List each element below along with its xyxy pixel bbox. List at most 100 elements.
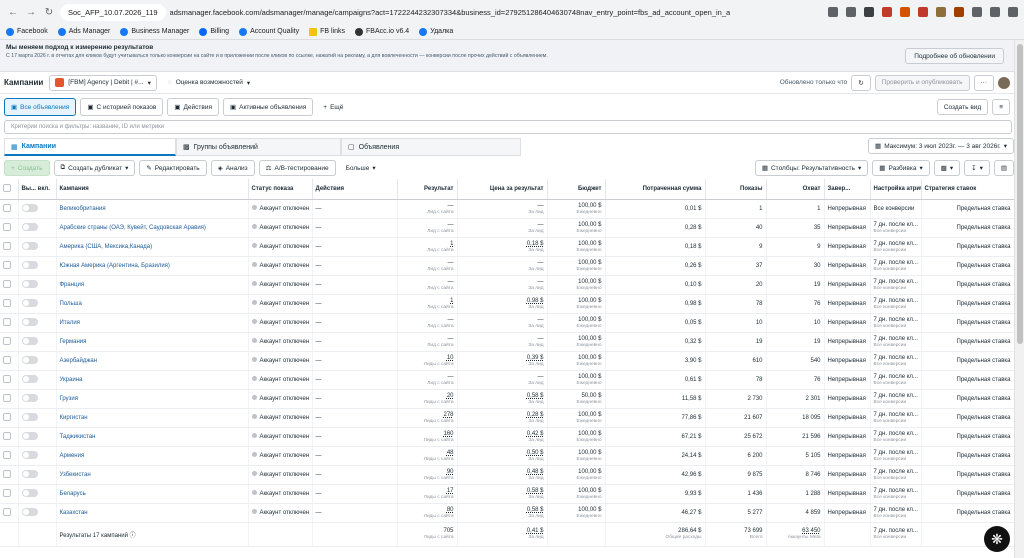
table-row[interactable]: Украина Аккаунт отключен — — Лид с сайта — За … <box>0 370 1014 390</box>
table-row[interactable]: Узбекистан Аккаунт отключен — 90 Лиды с сайт… <box>0 465 1014 485</box>
campaign-toggle[interactable] <box>21 488 38 497</box>
col-bid-strategy[interactable]: Стратегия ставок <box>921 179 1014 200</box>
results-value[interactable]: 160 <box>401 430 453 438</box>
extension-icon[interactable] <box>882 7 892 17</box>
row-checkbox[interactable] <box>3 279 11 288</box>
results-value[interactable]: 1 <box>401 240 453 248</box>
campaign-name-link[interactable]: Польша <box>60 301 82 307</box>
col-impressions[interactable]: Показы <box>705 179 767 200</box>
opportunity-score[interactable]: ◌ Оценка возможностей ▾ <box>163 75 255 91</box>
budget-value[interactable]: 100,00 $ <box>551 430 601 438</box>
table-row[interactable]: Киргистан Аккаунт отключен — 278 Лиды с сайт… <box>0 408 1014 428</box>
row-checkbox[interactable] <box>3 241 11 250</box>
bookmark-account-quality[interactable]: Account Quality <box>239 27 299 36</box>
tab-title-pill[interactable]: Soc_AFP_10.07.2026_119 <box>60 3 166 21</box>
filter-all-ads[interactable]: ▣ Все объявления <box>4 98 77 116</box>
campaign-name-link[interactable]: Азербайджан <box>60 358 98 364</box>
select-all-header[interactable] <box>0 179 19 200</box>
campaign-name-link[interactable]: Узбекистан <box>60 472 91 478</box>
filter-actions[interactable]: ▣ Действия <box>167 98 219 116</box>
totals-reach[interactable]: 63 450 <box>770 527 820 535</box>
bookmark-fbacc[interactable]: FBAcc.io v6.4 <box>355 27 409 36</box>
cpr-value[interactable]: 0,58 $ <box>461 392 544 400</box>
extension-icon[interactable] <box>918 7 928 17</box>
bookmark-udalka[interactable]: Удалка <box>419 27 453 36</box>
campaign-toggle[interactable] <box>21 374 38 383</box>
globe-icon[interactable] <box>828 7 838 17</box>
campaign-name-link[interactable]: Южная Америка (Аргентина, Бразилия) <box>60 263 170 269</box>
edit-button[interactable]: ✎ Редактировать <box>139 160 207 176</box>
campaign-toggle[interactable] <box>21 412 38 421</box>
budget-value[interactable]: 100,00 $ <box>551 468 601 476</box>
col-onoff[interactable]: Вы... вкл. <box>18 179 57 200</box>
col-results[interactable]: Результат <box>397 179 458 200</box>
menu-icon[interactable] <box>1008 7 1018 17</box>
cpr-value[interactable]: 0,58 $ <box>461 487 544 495</box>
tab-ads[interactable]: ▢ Объявления <box>341 138 521 156</box>
extension-icon[interactable] <box>864 7 874 17</box>
table-row[interactable]: Таджикистан Аккаунт отключен — 160 Лиды с са… <box>0 427 1014 447</box>
date-range-picker[interactable]: ▦ Максимум: 3 июл 2023г. — 3 авг 2026г. … <box>868 138 1014 154</box>
row-checkbox[interactable] <box>3 317 11 326</box>
campaign-toggle[interactable] <box>21 222 38 231</box>
address-bar[interactable]: adsmanager.facebook.com/adsmanager/manag… <box>170 8 730 17</box>
campaign-name-link[interactable]: Великобритания <box>60 206 106 212</box>
duplicate-button[interactable]: ⧉ Создать дубликат ▾ <box>53 160 136 176</box>
campaign-toggle[interactable] <box>21 431 38 440</box>
budget-value[interactable]: 100,00 $ <box>551 316 601 324</box>
table-row[interactable]: Беларусь Аккаунт отключен — 17 Лиды с сайта 0… <box>0 484 1014 504</box>
table-row[interactable]: Польша Аккаунт отключен — 1 Лид с сайта 0,98 … <box>0 294 1014 314</box>
col-actions[interactable]: Действия <box>312 179 398 200</box>
tab-adsets[interactable]: ▩ Группы объявлений <box>176 138 341 156</box>
campaign-name-link[interactable]: Киргистан <box>60 415 88 421</box>
bookmark-fb-links[interactable]: FB links <box>309 27 345 36</box>
campaign-toggle[interactable] <box>21 317 38 326</box>
row-checkbox[interactable] <box>3 260 11 269</box>
bookmark-ads-manager[interactable]: Ads Manager <box>57 27 110 36</box>
columns-button[interactable]: ▦ Столбцы: Результативность ▾ <box>754 160 869 176</box>
table-row[interactable]: Южная Америка (Аргентина, Бразилия) Аккау… <box>0 256 1014 276</box>
table-row[interactable]: Азербайджан Аккаунт отключен — 10 Лиды с сай… <box>0 351 1014 371</box>
puzzle-icon[interactable] <box>972 7 982 17</box>
budget-value[interactable]: 100,00 $ <box>551 259 601 267</box>
budget-value[interactable]: 50,00 $ <box>551 392 601 400</box>
filter-active-ads[interactable]: ▣ Активные объявления <box>222 98 314 116</box>
col-end[interactable]: Завер... <box>824 179 871 200</box>
budget-value[interactable]: 100,00 $ <box>551 354 601 362</box>
campaign-name-link[interactable]: Казахстан <box>60 510 88 516</box>
campaign-toggle[interactable] <box>21 298 38 307</box>
campaign-name-link[interactable]: Грузия <box>60 396 79 402</box>
col-campaign[interactable]: Кампания <box>56 179 249 200</box>
row-checkbox[interactable] <box>3 336 11 345</box>
reports-button[interactable]: ▩ ▾ <box>933 160 961 176</box>
col-status[interactable]: Статус показа <box>248 179 313 200</box>
extension-icon[interactable] <box>900 7 910 17</box>
avatar[interactable] <box>998 76 1010 89</box>
campaign-name-link[interactable]: Таджикистан <box>60 434 96 440</box>
budget-value[interactable]: 100,00 $ <box>551 297 601 305</box>
back-icon[interactable]: ← <box>6 5 20 19</box>
row-checkbox[interactable] <box>3 298 11 307</box>
video-icon[interactable] <box>990 7 1000 17</box>
budget-value[interactable]: 100,00 $ <box>551 411 601 419</box>
cpr-value[interactable]: 0,58 $ <box>461 506 544 514</box>
results-value[interactable]: 1 <box>401 297 453 305</box>
extension-icon[interactable] <box>936 7 946 17</box>
campaign-toggle[interactable] <box>21 241 38 250</box>
campaign-toggle[interactable] <box>21 469 38 478</box>
col-attribution[interactable]: Настройка атрибуции <box>870 179 922 200</box>
row-checkbox[interactable] <box>3 488 11 497</box>
results-value[interactable]: 278 <box>401 411 453 419</box>
budget-value[interactable]: 100,00 $ <box>551 487 601 495</box>
budget-value[interactable]: 100,00 $ <box>551 373 601 381</box>
notice-more-button[interactable]: Подробнее об обновлении <box>905 48 1004 64</box>
ab-test-button[interactable]: ⚖ A/B-тестирование <box>258 160 336 176</box>
bookmark-facebook[interactable]: Facebook <box>6 27 48 36</box>
campaign-name-link[interactable]: Франция <box>60 282 85 288</box>
row-checkbox[interactable] <box>3 412 11 421</box>
create-button[interactable]: + Создать <box>4 160 50 176</box>
col-spent[interactable]: Потраченная сумма <box>605 179 706 200</box>
results-value[interactable]: 17 <box>401 487 454 495</box>
export-button[interactable]: ↧ ▾ <box>964 160 990 176</box>
analysis-button[interactable]: ◈ Анализ <box>210 160 255 176</box>
